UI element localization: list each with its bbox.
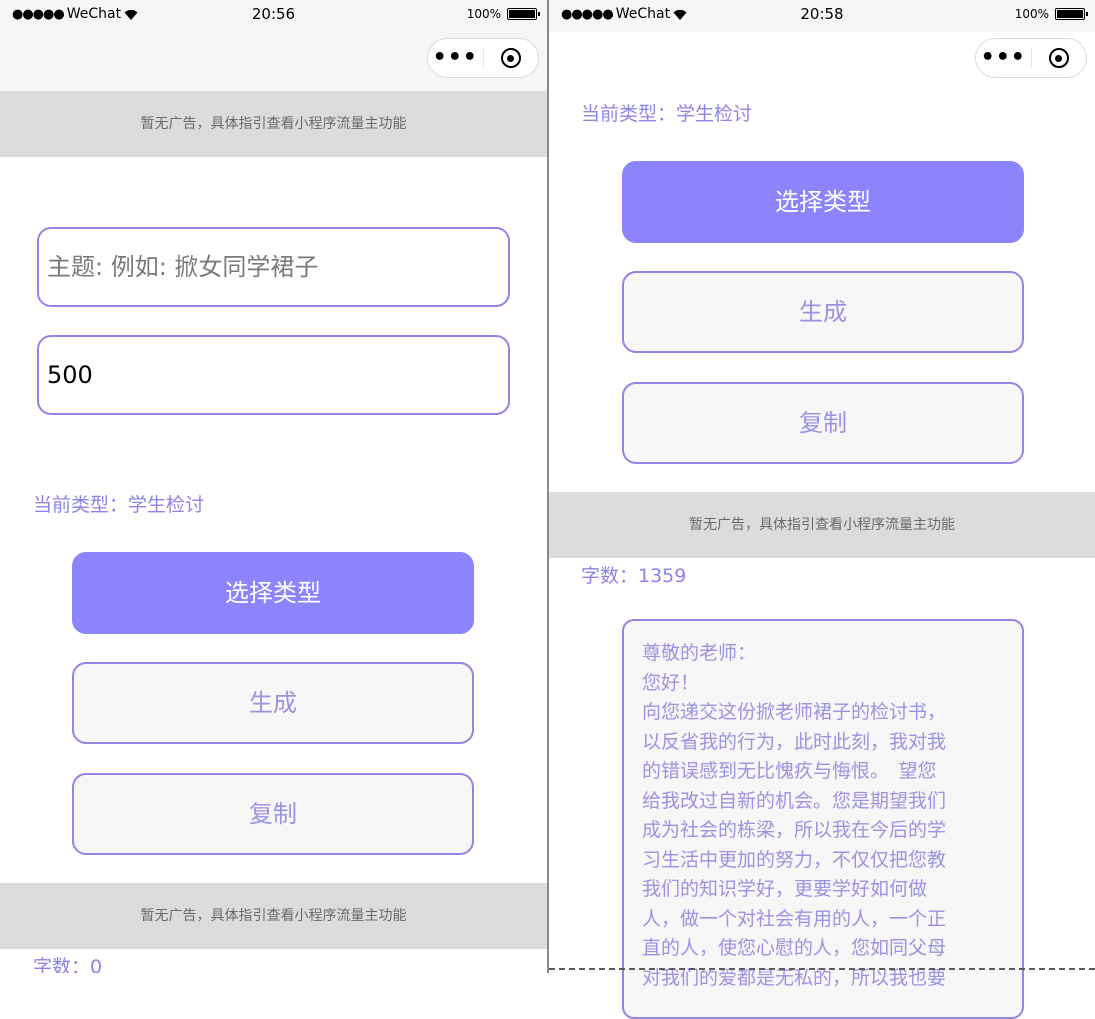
length-input[interactable]: 500 [37, 335, 510, 415]
status-bar: ●●●●● WeChat 20:58 100% [549, 0, 1095, 32]
mini-program-capsule: ••• [427, 38, 539, 78]
status-bar: ●●●●● WeChat 20:56 100% [0, 0, 547, 32]
target-icon [1048, 48, 1069, 68]
result-line: 以反省我的行为，此时此刻，我对我 [642, 730, 947, 753]
copy-button[interactable]: 复制 [72, 773, 474, 855]
battery-percent: 100% [466, 7, 501, 21]
nav-bar: ••• [549, 32, 1095, 91]
more-icon[interactable]: ••• [428, 38, 483, 78]
result-line: 向您递交这份掀老师裙子的检讨书， [642, 701, 947, 723]
status-right: 100% [466, 7, 540, 21]
word-count: 字数：1359 [581, 565, 687, 587]
status-time: 20:58 [800, 5, 844, 23]
nav-bar: ••• [0, 32, 547, 91]
current-type-label: 当前类型：学生检讨 [581, 103, 753, 125]
generate-button[interactable]: 生成 [72, 662, 474, 744]
result-line: 我们的知识学好，更要学好如何做 [642, 878, 928, 900]
result-line: 您好！ [642, 671, 700, 694]
battery-icon [507, 8, 540, 20]
ad-banner-bottom: 暂无广告，具体指引查看小程序流量主功能 [0, 883, 547, 949]
result-line: 的错误感到无比愧疚与悔恨。 望您 [642, 760, 937, 782]
battery-percent: 100% [1014, 7, 1049, 21]
result-line: 给我改过自新的机会。您是期望我们 [642, 789, 947, 812]
result-line: 尊敬的老师： [642, 642, 757, 664]
status-time: 20:56 [251, 5, 296, 23]
mini-program-capsule: ••• [975, 38, 1087, 78]
result-line: 直的人，使您心慰的人，您如同父母 [642, 937, 947, 959]
battery-icon [1055, 8, 1088, 20]
ad-banner-top: 暂无广告，具体指引查看小程序流量主功能 [0, 91, 547, 157]
more-icon[interactable]: ••• [976, 38, 1031, 78]
phone-screen-left: ●●●●● WeChat 20:56 100% ••• 暂无广告，具体指引查看小… [0, 0, 547, 973]
choose-type-button[interactable]: 选择类型 [72, 552, 474, 634]
topic-input[interactable]: 主题: 例如: 掀女同学裙子 [37, 227, 510, 307]
result-line: 成为社会的栋梁，所以我在今后的学 [642, 819, 947, 841]
word-count: 字数：0 [33, 956, 103, 973]
status-right: 100% [1014, 7, 1088, 21]
generate-button[interactable]: 生成 [622, 271, 1024, 353]
generated-text-area[interactable]: 尊敬的老师： 您好！ 向您递交这份掀老师裙子的检讨书， 以反省我的行为，此时此刻… [622, 619, 1024, 1019]
dashed-separator [549, 968, 1095, 970]
target-icon [500, 48, 521, 68]
copy-button[interactable]: 复制 [622, 382, 1024, 464]
result-line: 人，做一个对社会有用的人，一个正 [642, 907, 947, 930]
ad-banner: 暂无广告，具体指引查看小程序流量主功能 [549, 492, 1095, 558]
current-type-label: 当前类型：学生检讨 [33, 494, 205, 516]
choose-type-button[interactable]: 选择类型 [622, 161, 1024, 243]
result-line: 习生活中更加的努力，不仅仅把您教 [642, 848, 947, 871]
close-mini-program-button[interactable] [484, 48, 539, 68]
close-mini-program-button[interactable] [1032, 48, 1087, 68]
